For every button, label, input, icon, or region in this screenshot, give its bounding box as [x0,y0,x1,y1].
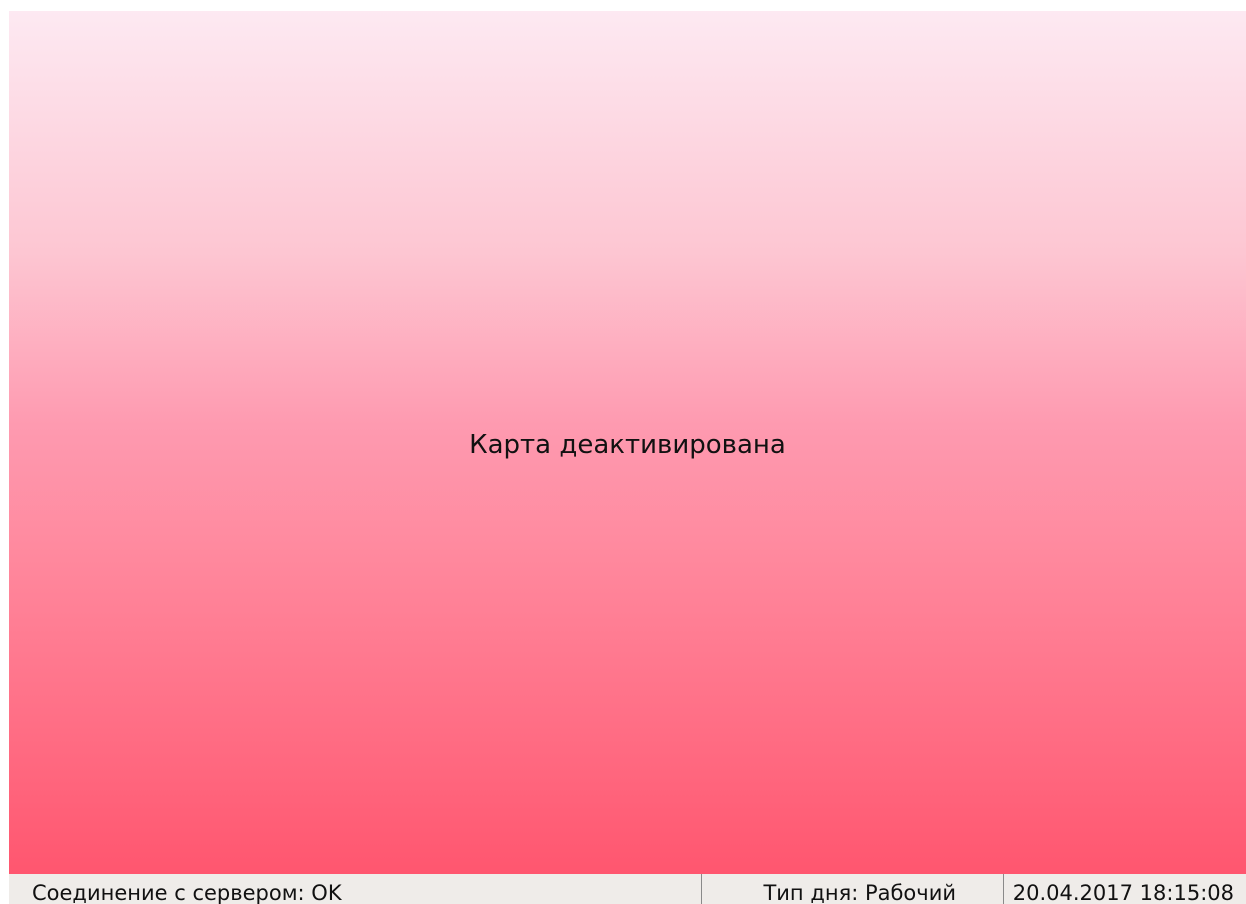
card-deactivated-message: Карта деактивирована [469,430,786,460]
status-bar: Соединение с сервером: OK Тип дня: Рабоч… [9,874,1246,904]
day-type-status-cell: Тип дня: Рабочий [702,874,1004,904]
day-type-status: Тип дня: Рабочий [763,881,956,904]
server-connection-status: Соединение с сервером: OK [32,881,342,904]
server-connection-status-cell: Соединение с сервером: OK [9,874,702,904]
datetime-status-cell: 20.04.2017 18:15:08 [1004,874,1246,904]
current-datetime: 20.04.2017 18:15:08 [1012,881,1234,904]
app-window: Карта деактивирована Соединение с сервер… [9,11,1246,904]
